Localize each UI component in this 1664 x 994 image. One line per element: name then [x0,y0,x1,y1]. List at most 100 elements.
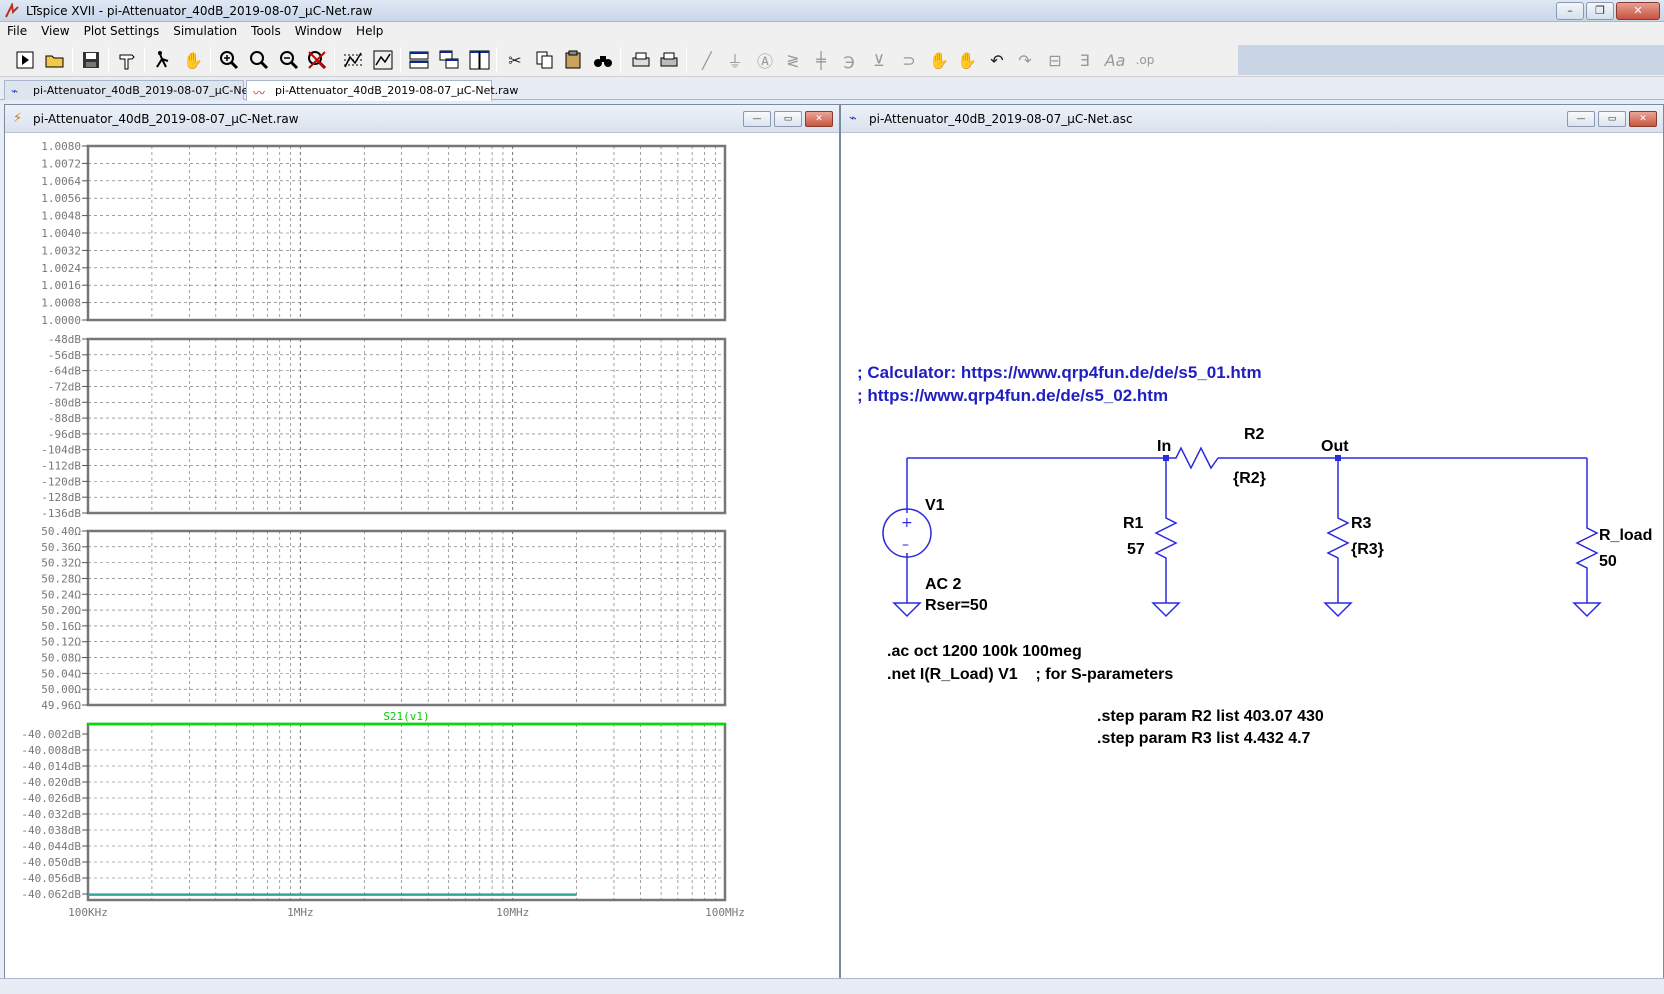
y-tick-label: -136dB [41,507,81,520]
restore-button[interactable]: ❐ [1586,2,1614,20]
plot-window-title: pi-Attenuator_40dB_2019-08-07_µC-Net.raw [33,112,299,126]
mirror-icon[interactable]: Ǝ [1072,47,1098,73]
tile-vertical-icon[interactable] [466,47,492,73]
y-tick-label: -104dB [41,444,81,457]
y-tick-label: 50.00Ω [41,683,81,696]
rotate-icon[interactable]: ⊟ [1042,47,1068,73]
plot-window-titlebar: ⚡ pi-Attenuator_40dB_2019-08-07_µC-Net.r… [5,105,839,133]
y-tick-label: -40.044dB [21,840,81,853]
menu-window[interactable]: Window [288,22,349,41]
drag-hand-icon[interactable]: ✋ [954,47,980,73]
svg-text:–: – [902,537,909,553]
spice-directive-icon[interactable]: .op [1132,47,1158,73]
menu-file[interactable]: File [0,22,34,41]
y-tick-label: 49.96Ω [41,699,81,712]
y-tick-label: -40.020dB [21,776,81,789]
zoom-out-icon[interactable] [276,47,302,73]
schematic-window-titlebar: ⌁ pi-Attenuator_40dB_2019-08-07_µC-Net.a… [841,105,1663,133]
menu-plot-settings[interactable]: Plot Settings [77,22,167,41]
toolbar-empty-area [1238,45,1664,75]
y-tick-label: -40.014dB [21,760,81,773]
schematic-close-button[interactable]: ✕ [1629,111,1657,127]
menu-help[interactable]: Help [349,22,390,41]
run-icon[interactable] [12,47,38,73]
y-tick-label: 1.0056 [41,192,81,205]
cascade-windows-icon[interactable] [436,47,462,73]
window-title: LTspice XVII - pi-Attenuator_40dB_2019-0… [26,4,373,18]
plot-pane-1: 1.0080 1.0072 1.0064 1.0056 1.0048 1.0040 1.00… [41,140,727,327]
move-hand-icon[interactable]: ✋ [926,47,952,73]
directive-step-r3[interactable]: .step param R3 list 4.432 4.7 [1097,730,1311,747]
pane-frame [86,337,727,515]
inductor-icon[interactable]: ℈ [836,47,862,73]
paste-icon[interactable] [560,47,586,73]
window-titlebar: LTspice XVII - pi-Attenuator_40dB_2019-0… [0,0,1664,22]
zoom-cancel-icon[interactable] [304,47,330,73]
ground-icon[interactable]: ⏚ [722,47,748,73]
y-tick-label: 50.20Ω [41,604,81,617]
y-tick-label: -128dB [41,491,81,504]
cut-icon[interactable]: ✂ [502,47,528,73]
y-tick-label: 1.0032 [41,244,81,257]
schematic-window: ⌁ pi-Attenuator_40dB_2019-08-07_µC-Net.a… [840,104,1664,990]
zoom-in-icon[interactable] [216,47,242,73]
r3-value: {R3} [1351,541,1384,558]
add-trace-icon[interactable] [370,47,396,73]
y-tick-label: 1.0040 [41,227,81,240]
find-binoculars-icon[interactable] [590,47,616,73]
tab-schematic[interactable]: ⌁ pi-Attenuator_40dB_2019-08-07_µC-Net.a… [4,80,275,100]
plot-close-button[interactable]: ✕ [805,111,833,127]
y-tick-label: 1.0008 [41,297,81,310]
y-tick-label: -64dB [48,365,81,378]
resistor-icon[interactable]: ≷ [780,47,806,73]
y-tick-label: -40.056dB [21,872,81,885]
open-folder-icon[interactable] [42,47,68,73]
minimize-button[interactable]: – [1556,2,1584,20]
save-icon[interactable] [78,47,104,73]
y-tick-label: -88dB [48,412,81,425]
draw-wire-icon[interactable]: ╱ [694,47,720,73]
plot-maximize-button[interactable]: ▭ [774,111,802,127]
control-panel-hammer-icon[interactable] [114,47,140,73]
redo-icon[interactable]: ↷ [1012,47,1038,73]
halt-run-icon[interactable] [150,47,176,73]
y-tick-label: 50.16Ω [41,620,81,633]
capacitor-icon[interactable]: ╪ [808,47,834,73]
tab-waveform[interactable]: 〰 pi-Attenuator_40dB_2019-08-07_µC-Net.r… [246,80,518,101]
voltage-source-v1[interactable]: + – [882,508,932,558]
waveform-plot[interactable]: 1.0080 1.0072 1.0064 1.0056 1.0048 1.0040 1.00… [5,133,839,989]
resistor-rload[interactable] [1575,521,1599,573]
y-tick-label: 50.08Ω [41,652,81,665]
copy-icon[interactable] [532,47,558,73]
close-button[interactable]: ✕ [1616,2,1660,20]
schematic-canvas[interactable]: ; Calculator: https://www.qrp4fun.de/de/… [841,133,1663,989]
y-tick-label: 1.0024 [41,262,81,275]
schematic-maximize-button[interactable]: ▭ [1598,111,1626,127]
component-icon[interactable]: ⊃ [896,47,922,73]
plot-minimize-button[interactable]: — [743,111,771,127]
autorange-icon[interactable] [340,47,366,73]
text-icon[interactable]: Aa [1102,47,1128,73]
resistor-r3[interactable] [1326,511,1350,563]
resistor-r1[interactable] [1154,511,1178,563]
y-tick-label: 50.32Ω [41,557,81,570]
print-setup-icon[interactable] [656,47,682,73]
resistor-r2[interactable] [1166,446,1219,470]
menu-view[interactable]: View [34,22,76,41]
undo-icon[interactable]: ↶ [984,47,1010,73]
print-icon[interactable] [628,47,654,73]
menu-tools[interactable]: Tools [244,22,288,41]
diode-icon[interactable]: ⊻ [866,47,892,73]
label-net-icon[interactable]: Ⓐ [752,47,778,73]
net-label-out: Out [1321,438,1349,455]
r2-name: R2 [1244,426,1265,443]
tile-horizontal-icon[interactable] [406,47,432,73]
directive-net[interactable]: .net I(R_Load) V1 ; for S-parameters [887,666,1173,683]
directive-ac[interactable]: .ac oct 1200 100k 100meg [887,643,1082,660]
schematic-window-title: pi-Attenuator_40dB_2019-08-07_µC-Net.asc [869,112,1133,126]
pan-hand-icon[interactable]: ✋ [180,47,206,73]
menu-simulation[interactable]: Simulation [166,22,244,41]
directive-step-r2[interactable]: .step param R2 list 403.07 430 [1097,708,1324,725]
zoom-fit-icon[interactable] [246,47,272,73]
schematic-minimize-button[interactable]: — [1567,111,1595,127]
